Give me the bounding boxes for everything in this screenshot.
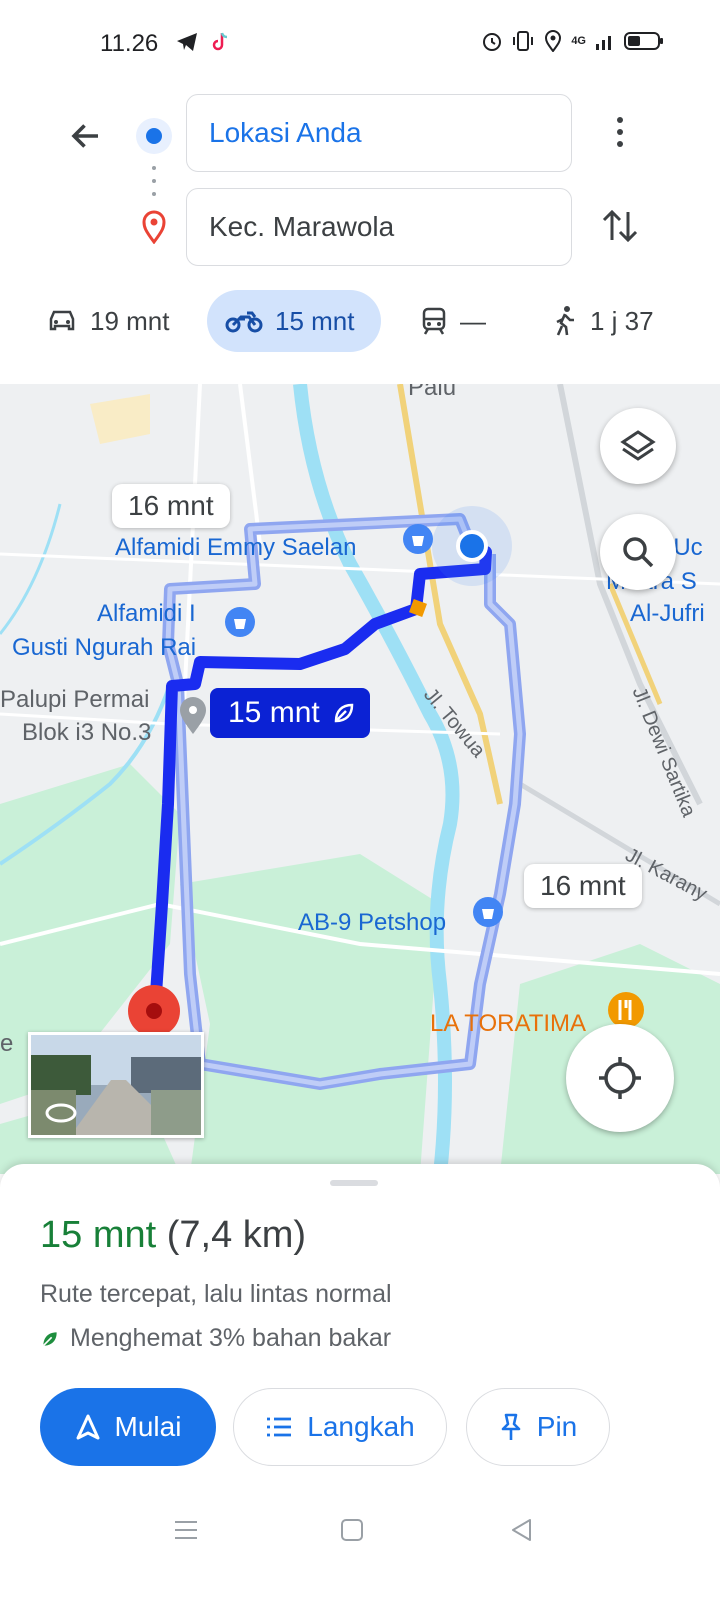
train-icon: [422, 307, 446, 335]
menu-icon: [175, 1521, 197, 1539]
motorcycle-time: 15 mnt: [275, 305, 355, 336]
sheet-drag-handle[interactable]: [330, 1180, 378, 1186]
start-label: Mulai: [114, 1411, 182, 1442]
map-label-alfamidi-gusti-1: Alfamidi I: [97, 600, 196, 627]
alt-route-time-2[interactable]: 16 mnt: [524, 864, 642, 908]
nav-home-button[interactable]: [332, 1510, 372, 1550]
signal-label: 4G: [571, 35, 586, 47]
layers-icon: [620, 430, 656, 461]
eco-info: Menghemat 3% bahan bakar: [40, 1324, 391, 1353]
car-icon: [49, 310, 75, 331]
navigation-arrow-icon: [76, 1414, 100, 1440]
route-duration: 15 mnt: [40, 1214, 157, 1256]
map-label-muara-3: Al-Jufri: [630, 600, 705, 627]
nav-menu-button[interactable]: [166, 1510, 206, 1550]
map-label-palupi-1: Palupi Permai: [0, 686, 150, 713]
walk-time: 1 j 37: [590, 305, 654, 336]
signal-icon: [596, 36, 611, 50]
vibrate-icon: [513, 31, 534, 51]
layers-button[interactable]: [600, 408, 676, 484]
pushpin-icon: [501, 1413, 521, 1440]
map-view[interactable]: Palu Alfamidi Emmy Saelan Alfamidi I Gus…: [0, 384, 720, 1174]
steps-button[interactable]: Langkah: [233, 1388, 447, 1466]
back-triangle-icon: [512, 1519, 531, 1541]
steps-label: Langkah: [307, 1411, 415, 1442]
map-label-palu: Palu: [408, 384, 457, 401]
origin-field[interactable]: Lokasi Anda: [186, 94, 572, 172]
status-time: 11.26: [100, 30, 159, 57]
eco-leaf-icon: [334, 703, 353, 723]
system-nav-bar: [0, 1490, 720, 1560]
telegram-icon: [177, 33, 197, 51]
map-label-palupi-2: Blok i3 No.3: [22, 719, 152, 746]
location-icon: [545, 30, 562, 52]
map-label-edge-e: e: [0, 1030, 14, 1057]
arrow-back-icon: [71, 124, 98, 148]
back-button[interactable]: [62, 112, 110, 160]
eco-text: Menghemat 3% bahan bakar: [70, 1324, 392, 1352]
selected-route-time-label: 15 mnt: [228, 696, 320, 729]
map-label-toratima: LA TORATIMA: [430, 1010, 587, 1037]
pin-label: Pin: [536, 1411, 578, 1442]
status-bar: 11.26 4G: [0, 0, 720, 88]
home-square-icon: [341, 1519, 363, 1541]
route-distance: (7,4 km): [166, 1214, 307, 1256]
map-label-alfamidi-emmy: Alfamidi Emmy Saelan: [115, 534, 357, 561]
street-view-image: [31, 1035, 201, 1135]
motorcycle-icon: [225, 311, 263, 333]
alt-route-time-1[interactable]: 16 mnt: [112, 484, 230, 528]
selected-route-time[interactable]: 15 mnt: [210, 688, 370, 738]
nav-back-button[interactable]: [502, 1510, 542, 1550]
my-location-button[interactable]: [566, 1024, 674, 1132]
search-along-route-button[interactable]: [600, 514, 676, 590]
street-view-thumbnail[interactable]: [28, 1032, 204, 1138]
crosshair-icon: [599, 1057, 641, 1099]
search-icon: [623, 537, 654, 568]
tiktok-icon: [212, 32, 228, 51]
leaf-icon: [42, 1331, 57, 1346]
mode-motorcycle[interactable]: 15 mnt: [207, 290, 381, 352]
mode-walk[interactable]: 1 j 37: [552, 290, 654, 352]
route-description: Rute tercepat, lalu lintas normal: [40, 1280, 392, 1308]
map-label-alfamidi-gusti-2: Gusti Ngurah Rai: [12, 634, 197, 661]
transit-time: —: [460, 305, 486, 336]
route-bottom-sheet[interactable]: 15 mnt (7,4 km) Rute tercepat, lalu lint…: [0, 1164, 720, 1600]
destination-field[interactable]: Kec. Marawola: [186, 188, 572, 266]
more-options-button[interactable]: [600, 112, 640, 152]
battery-icon: [624, 32, 663, 50]
alarm-icon: [483, 33, 502, 51]
mode-car[interactable]: 19 mnt: [46, 290, 170, 352]
route-summary: 15 mnt (7,4 km): [40, 1214, 306, 1257]
map-label-petshop: AB-9 Petshop: [298, 909, 447, 936]
origin-marker-icon: [136, 118, 172, 154]
car-time: 19 mnt: [90, 305, 170, 336]
connector-dots: [152, 166, 156, 196]
walk-icon: [556, 306, 574, 336]
mode-transit[interactable]: —: [420, 290, 486, 352]
destination-pin-icon: [142, 210, 166, 244]
swap-icon[interactable]: [598, 204, 642, 248]
start-navigation-button[interactable]: Mulai: [40, 1388, 216, 1466]
list-icon: [267, 1417, 292, 1437]
pin-button[interactable]: Pin: [466, 1388, 610, 1466]
